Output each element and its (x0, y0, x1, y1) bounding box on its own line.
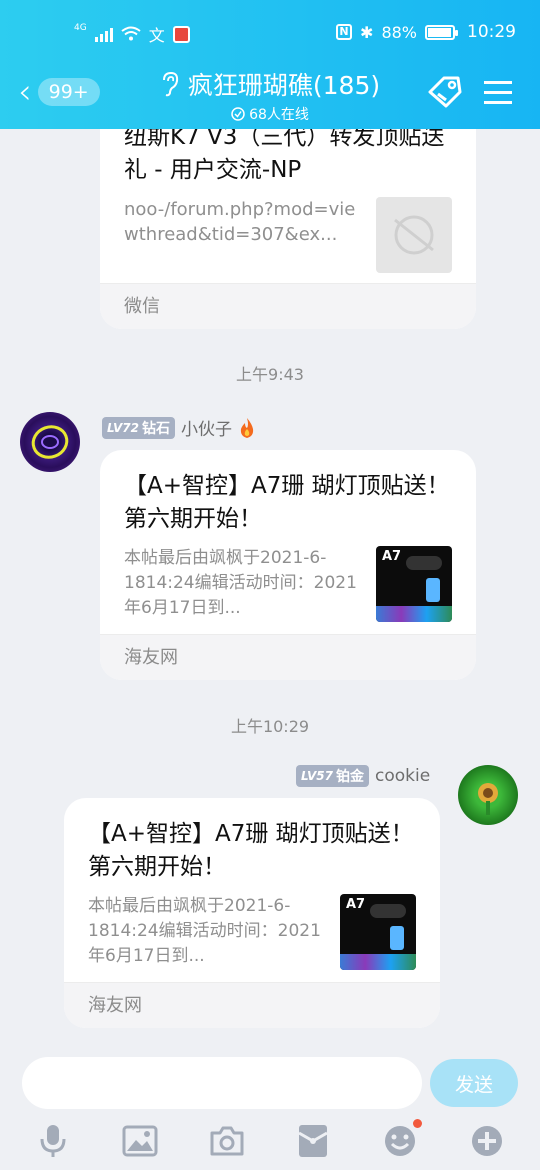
level-number: 57 (316, 769, 333, 783)
emoji-icon (384, 1126, 415, 1156)
input-bar: 发送 (0, 1043, 540, 1170)
online-count: 68人在线 (249, 107, 309, 123)
level-badge: LV72 钻石 (102, 416, 175, 439)
plus-icon (471, 1126, 502, 1156)
card-source: 微信 (100, 283, 476, 329)
thumbnail-coral (340, 954, 416, 970)
image-button[interactable] (120, 1121, 160, 1161)
avatar[interactable] (20, 412, 80, 472)
clock: 10:29 (467, 22, 516, 42)
emoji-button[interactable] (380, 1119, 422, 1161)
avatar[interactable] (458, 765, 518, 825)
sender-meta: LV57 铂金 cookie (296, 765, 430, 787)
image-icon (122, 1125, 158, 1157)
red-packet-icon (298, 1125, 329, 1157)
battery-icon (425, 24, 458, 40)
send-button[interactable]: 发送 (430, 1059, 518, 1107)
card-thumbnail: A7 (376, 546, 452, 622)
camera-button[interactable] (207, 1121, 247, 1161)
message-list[interactable]: 纽斯K7 V3（三代）转发顶贴送礼 - 用户交流-NP noo-/forum.p… (0, 129, 540, 1043)
sender-name[interactable]: 小伙子 (181, 415, 232, 440)
notification-dot (412, 1119, 422, 1128)
thumbnail-lamp (370, 904, 406, 918)
level-badge: LV57 铂金 (296, 765, 369, 787)
tag-icon (428, 76, 462, 108)
link-card[interactable]: 【A+智控】A7珊 瑚灯顶贴送！第六期开始！ 本帖最后由飒枫于2021-6-18… (64, 798, 440, 1028)
red-packet-button[interactable] (293, 1121, 333, 1161)
card-title: 【A+智控】A7珊 瑚灯顶贴送！第六期开始！ (88, 821, 414, 880)
thumbnail-phone (390, 926, 404, 950)
input-toolbar (0, 1119, 540, 1161)
back-button[interactable]: ‹ 99+ (18, 70, 108, 114)
level-rank: 铂金 (335, 769, 364, 785)
level-number: 72 (122, 420, 139, 435)
thumbnail-label: A7 (346, 897, 366, 912)
placeholder-thumbnail (376, 197, 452, 273)
thumbnail-coral (376, 606, 452, 622)
voice-button[interactable] (33, 1121, 73, 1161)
card-thumbnail: A7 (340, 894, 416, 970)
group-app-button[interactable] (424, 72, 466, 114)
menu-button[interactable] (480, 72, 522, 114)
calendar-icon (172, 25, 190, 43)
chat-header: 4G 文 N ✱ 88% 10:29 ‹ 99+ 疯狂珊瑚礁(185) 68人在… (0, 0, 540, 129)
more-button[interactable] (467, 1121, 507, 1161)
status-bar: 4G 文 N ✱ 88% 10:29 (0, 0, 540, 64)
card-source: 海友网 (64, 982, 440, 1028)
group-title-block[interactable]: 疯狂珊瑚礁(185) 68人在线 (140, 64, 400, 124)
link-card[interactable]: 【A+智控】A7珊 瑚灯顶贴送！第六期开始！ 本帖最后由飒枫于2021-6-18… (100, 450, 476, 680)
sender-name[interactable]: cookie (375, 766, 430, 786)
battery-percent: 88% (381, 22, 417, 42)
group-title: 疯狂珊瑚礁(185) (187, 71, 381, 100)
thumbnail-lamp (406, 556, 442, 570)
fire-icon (240, 417, 254, 438)
nfc-icon: N (336, 24, 353, 40)
network-type: 4G (74, 23, 87, 33)
ear-icon (162, 71, 178, 97)
timestamp: 上午10:29 (230, 717, 310, 736)
chevron-left-icon: ‹ (18, 72, 32, 112)
thumbnail-label: A7 (382, 549, 402, 564)
card-desc: 本帖最后由飒枫于2021-6-1814:24编辑活动时间：2021年6月17日到… (88, 896, 321, 966)
mic-icon (40, 1125, 66, 1157)
card-title: 【A+智控】A7珊 瑚灯顶贴送！第六期开始！ (124, 473, 450, 532)
translate-icon: 文 (148, 26, 165, 45)
card-source: 海友网 (100, 634, 476, 680)
link-card[interactable]: 纽斯K7 V3（三代）转发顶贴送礼 - 用户交流-NP noo-/forum.p… (100, 129, 476, 329)
menu-icon (484, 81, 512, 104)
thumbnail-phone (426, 578, 440, 602)
card-desc: 本帖最后由飒枫于2021-6-1814:24编辑活动时间：2021年6月17日到… (124, 548, 357, 618)
unread-badge: 99+ (37, 78, 100, 106)
card-desc: noo-/forum.php?mod=viewthread&tid=307&ex… (124, 199, 356, 245)
bluetooth-icon: ✱ (360, 22, 374, 42)
timestamp: 上午9:43 (236, 365, 304, 384)
wifi-icon (121, 26, 141, 41)
avatar-image (31, 425, 69, 459)
signal-icon (94, 26, 113, 42)
sender-meta: LV72 钻石 小伙子 (102, 415, 256, 440)
camera-icon (210, 1126, 244, 1156)
online-check-icon (231, 107, 245, 121)
planet-icon (394, 215, 434, 255)
card-title: 纽斯K7 V3（三代）转发顶贴送礼 - 用户交流-NP (124, 129, 445, 183)
message-input[interactable] (22, 1057, 422, 1109)
level-rank: 钻石 (141, 420, 170, 437)
avatar-image (478, 783, 498, 815)
